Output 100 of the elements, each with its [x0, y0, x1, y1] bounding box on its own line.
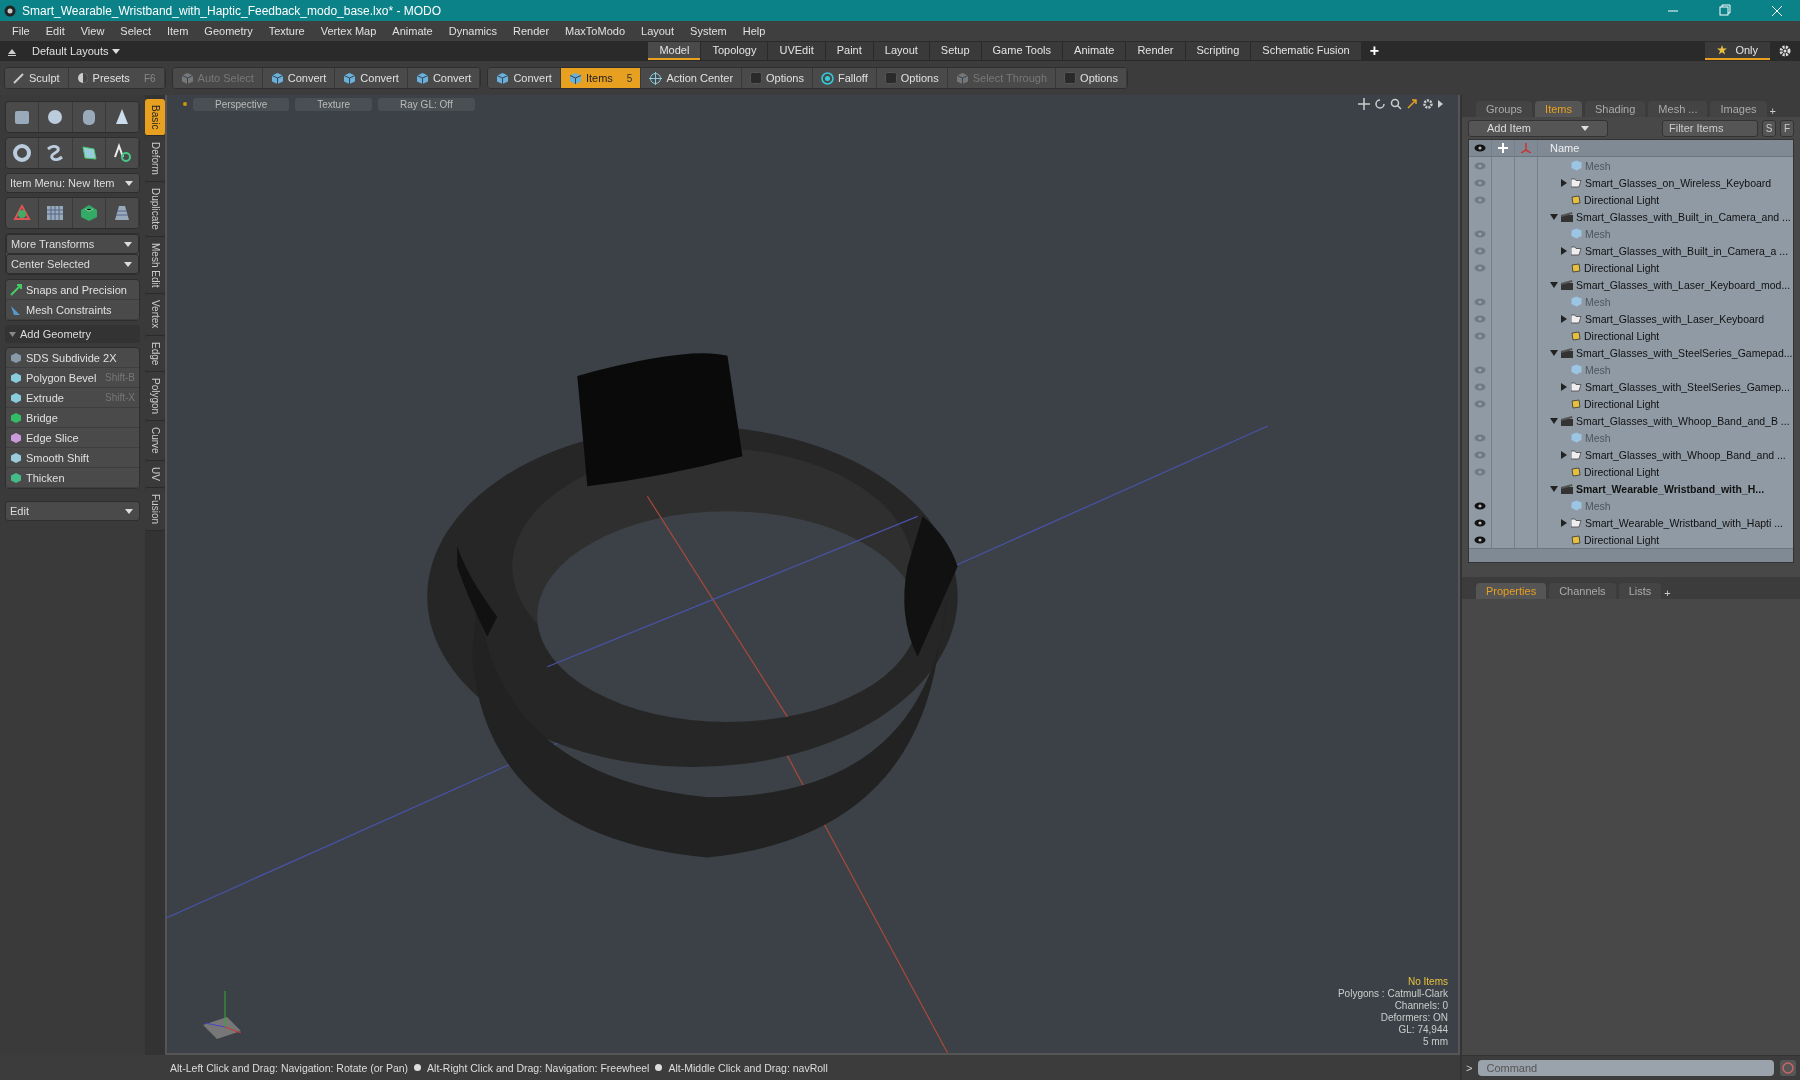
- tree-row[interactable]: Smart_Wearable_Wristband_with_H...: [1469, 480, 1793, 497]
- add-item-button[interactable]: Add Item: [1468, 119, 1608, 137]
- eye-icon[interactable]: [1474, 535, 1486, 544]
- menu-item[interactable]: Select: [112, 25, 159, 37]
- toolbar-button[interactable]: Sculpt: [5, 68, 69, 88]
- tree-row[interactable]: Smart_Glasses_with_Whoop_Band_and ...: [1469, 446, 1793, 463]
- tree-row[interactable]: Smart_Glasses_with_Built_in_Camera_a ...: [1469, 242, 1793, 259]
- tree-row[interactable]: Directional Light: [1469, 259, 1793, 276]
- panel-tab[interactable]: Shading: [1585, 101, 1646, 117]
- expand-arrow-icon[interactable]: [1560, 178, 1568, 187]
- menu-item[interactable]: Vertex Map: [312, 25, 385, 37]
- transform-dropdown[interactable]: More Transforms: [6, 234, 139, 254]
- menu-item[interactable]: Layout: [633, 25, 683, 37]
- tool-button[interactable]: Smooth Shift: [6, 448, 139, 468]
- horizontal-scrollbar[interactable]: [1469, 548, 1793, 562]
- eye-icon[interactable]: [1474, 144, 1486, 152]
- side-tab[interactable]: Polygon: [145, 372, 165, 422]
- expand-arrow-icon[interactable]: [1550, 484, 1558, 493]
- panel-tab[interactable]: Mesh ...: [1648, 101, 1708, 117]
- expand-arrow-icon[interactable]: [1550, 348, 1558, 357]
- expand-arrow-icon[interactable]: [1560, 314, 1568, 323]
- layout-tab[interactable]: UVEdit: [768, 42, 825, 60]
- expand-arrow-icon[interactable]: [1560, 382, 1568, 391]
- side-tab[interactable]: Curve: [145, 421, 165, 461]
- filter-field[interactable]: Filter Items: [1662, 119, 1758, 137]
- command-field[interactable]: Command: [1478, 1060, 1774, 1076]
- search-icon[interactable]: [1390, 98, 1402, 110]
- section-header[interactable]: Add Geometry: [5, 325, 140, 343]
- add-tab-button[interactable]: +: [1361, 42, 1388, 60]
- layout-preset-dropdown[interactable]: Default Layouts: [24, 45, 127, 57]
- expand-arrow-icon[interactable]: [1560, 450, 1568, 459]
- layout-tab[interactable]: Layout: [873, 42, 929, 60]
- layout-tab[interactable]: Scripting: [1185, 42, 1251, 60]
- rotate-icon[interactable]: [1374, 98, 1386, 110]
- expand-arrow-icon[interactable]: [1560, 518, 1568, 527]
- tree-row[interactable]: Directional Light: [1469, 463, 1793, 480]
- play-icon[interactable]: [1438, 98, 1444, 110]
- panel-tab[interactable]: Lists: [1618, 583, 1662, 599]
- menu-item[interactable]: Render: [505, 25, 558, 37]
- tree-row[interactable]: Smart_Wearable_Wristband_with_Hapti ...: [1469, 514, 1793, 531]
- eye-icon[interactable]: [1474, 518, 1486, 527]
- menu-item[interactable]: System: [682, 25, 735, 37]
- tree-row[interactable]: Smart_Glasses_with_Laser_Keyboard_mod...: [1469, 276, 1793, 293]
- maximize-icon[interactable]: [1406, 98, 1418, 110]
- tree-row[interactable]: Smart_Glasses_with_SteelSeries_Gamepad...: [1469, 344, 1793, 361]
- menu-item[interactable]: File: [4, 25, 38, 37]
- tool-button[interactable]: Snaps and Precision: [6, 280, 139, 300]
- menu-item[interactable]: View: [72, 25, 113, 37]
- add-tab-button[interactable]: +: [1664, 587, 1671, 599]
- tree-row[interactable]: Smart_Glasses_on_Wireless_Keyboard: [1469, 174, 1793, 191]
- expand-arrow-icon[interactable]: [1550, 416, 1558, 425]
- tool-button[interactable]: SDS Subdivide 2X: [6, 348, 139, 368]
- menu-item[interactable]: Dynamics: [440, 25, 505, 37]
- side-tab[interactable]: Fusion: [145, 487, 165, 531]
- panel-tab[interactable]: Groups: [1476, 101, 1533, 117]
- layout-tab[interactable]: Topology: [701, 42, 768, 60]
- panel-tab[interactable]: Images: [1710, 101, 1767, 117]
- side-tab[interactable]: UV: [145, 460, 165, 488]
- layout-tab[interactable]: Paint: [825, 42, 873, 60]
- layout-tab[interactable]: Setup: [929, 42, 981, 60]
- eye-icon[interactable]: [1474, 501, 1486, 510]
- side-tab[interactable]: Basic: [145, 99, 165, 137]
- layout-tab[interactable]: Model: [648, 42, 701, 60]
- side-tab[interactable]: Deform: [145, 136, 165, 183]
- menu-item[interactable]: MaxToModo: [557, 25, 633, 37]
- layout-tab[interactable]: Game Tools: [981, 42, 1063, 60]
- filter-toggle-button[interactable]: F: [1780, 119, 1794, 137]
- menu-item[interactable]: Animate: [384, 25, 441, 37]
- tool-button[interactable]: Edge Slice: [6, 428, 139, 448]
- expand-arrow-icon[interactable]: [1550, 212, 1558, 221]
- only-button[interactable]: Only: [1705, 42, 1770, 60]
- layout-tab[interactable]: Animate: [1063, 42, 1126, 60]
- tree-row[interactable]: Directional Light: [1469, 327, 1793, 344]
- menu-item[interactable]: Edit: [37, 25, 73, 37]
- add-tab-button[interactable]: +: [1769, 105, 1776, 117]
- tree-row[interactable]: Smart_Glasses_with_Whoop_Band_and_B ...: [1469, 412, 1793, 429]
- menu-item[interactable]: Geometry: [196, 25, 261, 37]
- tool-button[interactable]: Mesh Constraints: [6, 300, 139, 320]
- menu-item[interactable]: Help: [734, 25, 774, 37]
- item-menu-dropdown[interactable]: Item Menu: New Item: [5, 173, 140, 193]
- expand-arrow-icon[interactable]: [1560, 246, 1568, 255]
- menu-item[interactable]: Item: [158, 25, 197, 37]
- layout-tab[interactable]: Schematic Fusion: [1251, 42, 1361, 60]
- side-tab[interactable]: Mesh Edit: [145, 236, 165, 295]
- edit-dropdown[interactable]: Edit: [5, 501, 140, 521]
- tree-row[interactable]: Directional Light: [1469, 395, 1793, 412]
- side-tab[interactable]: Vertex: [145, 294, 165, 336]
- tree-row[interactable]: Smart_Glasses_with_SteelSeries_Gamep...: [1469, 378, 1793, 395]
- toolbar-button[interactable]: Convert: [488, 68, 561, 88]
- panel-tab[interactable]: Channels: [1549, 583, 1616, 599]
- tree-row[interactable]: Directional Light: [1469, 191, 1793, 208]
- move-icon[interactable]: [1358, 98, 1370, 110]
- tree-row[interactable]: Smart_Glasses_with_Laser_Keyboard: [1469, 310, 1793, 327]
- tool-button[interactable]: Bridge: [6, 408, 139, 428]
- filter-toggle-button[interactable]: S: [1762, 119, 1776, 137]
- tool-button[interactable]: Thicken: [6, 468, 139, 488]
- transform-dropdown[interactable]: Center Selected: [6, 254, 139, 274]
- side-tab[interactable]: Edge: [145, 335, 165, 373]
- expand-arrow-icon[interactable]: [1550, 280, 1558, 289]
- layout-tab[interactable]: Render: [1126, 42, 1185, 60]
